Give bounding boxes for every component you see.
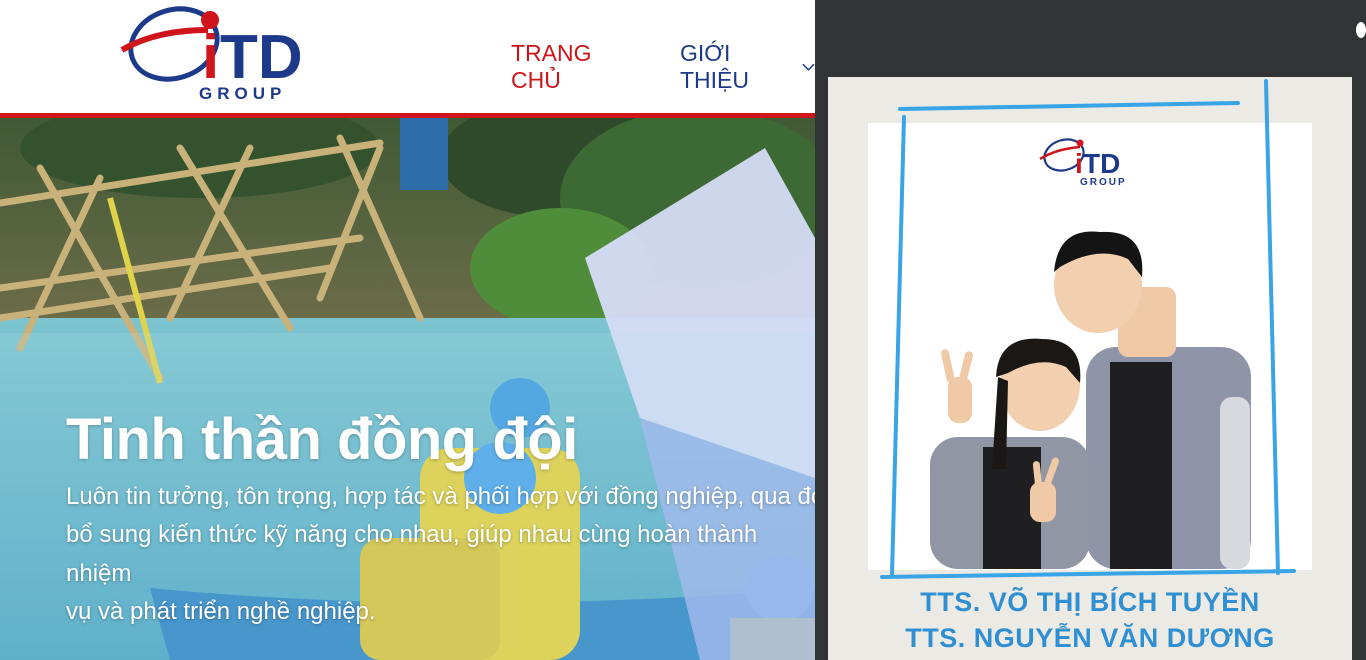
svg-text:TD: TD	[1083, 148, 1120, 179]
svg-text:TD: TD	[220, 23, 302, 92]
main-nav: TRANG CHỦ GIỚI THIỆU	[511, 40, 815, 94]
hero-banner: Tinh thần đồng đội Luôn tin tưởng, tôn t…	[0, 118, 815, 660]
nav-about-label: GIỚI THIỆU	[679, 40, 749, 93]
hero-description: Luôn tin tưởng, tôn trọng, hợp tác và ph…	[66, 483, 815, 626]
site-header: i TD GROUP TRANG CHỦ GIỚI THIỆU	[0, 0, 815, 115]
intern-poster[interactable]: i TD GROUP TTS. VÕ THỊ BÍCH TUYỀN TTS. N…	[828, 77, 1352, 660]
svg-text:i: i	[202, 23, 219, 92]
chevron-down-icon	[802, 63, 815, 71]
itd-group-logo[interactable]: i TD GROUP	[116, 0, 303, 104]
logo-group-text: GROUP	[199, 84, 287, 103]
panel-indicator-dot	[1356, 22, 1366, 38]
poster-name-1: TTS. VÕ THỊ BÍCH TUYỀN	[920, 587, 1260, 617]
poster-logo-group-text: GROUP	[1080, 177, 1127, 188]
image-preview-panel: i TD GROUP TTS. VÕ THỊ BÍCH TUYỀN TTS. N…	[815, 0, 1366, 660]
nav-about-link[interactable]: GIỚI THIỆU	[680, 40, 815, 94]
poster-artwork: i TD	[880, 79, 1296, 579]
hero-title: Tinh thần đồng đội	[66, 407, 578, 472]
svg-text:i: i	[1075, 148, 1083, 179]
nav-home-link[interactable]: TRANG CHỦ	[511, 40, 638, 94]
poster-name-2: TTS. NGUYỄN VĂN DƯƠNG	[905, 623, 1275, 653]
